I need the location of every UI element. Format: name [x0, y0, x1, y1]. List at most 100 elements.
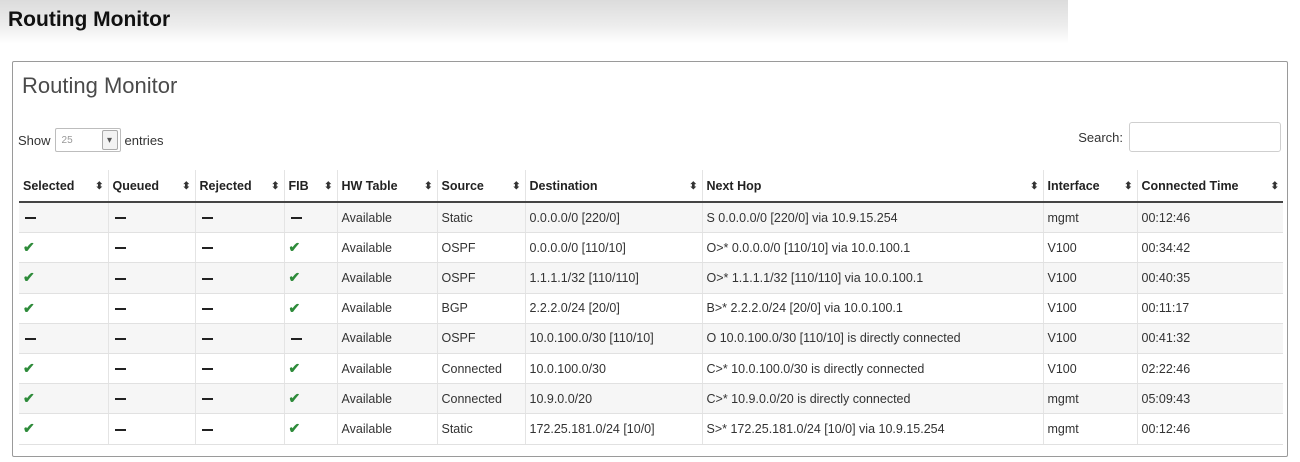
status-cell: ✔	[283, 232, 337, 264]
status-cell	[107, 413, 195, 445]
cell-connected-time: 00:40:35	[1136, 262, 1283, 294]
status-cell	[194, 323, 284, 354]
cell-connected-time: 02:22:46	[1136, 353, 1283, 385]
search-input[interactable]	[1129, 122, 1281, 152]
sort-icon[interactable]: ⬍	[95, 181, 103, 192]
panel-title: Routing Monitor	[22, 73, 178, 98]
cell-next-hop: O>* 0.0.0.0/0 [110/10] via 10.0.100.1	[701, 232, 1043, 264]
chevron-down-icon[interactable]: ▾	[101, 130, 118, 150]
status-cell	[19, 323, 108, 354]
table-header-row: ⬍ Selected ⬍ Queued ⬍ Rejected ⬍ FIB ⬍ HW Table ⬍ S…	[19, 170, 1283, 203]
column-header[interactable]: ⬍ Connected Time	[1136, 170, 1283, 203]
status-cell	[19, 202, 108, 234]
cell-destination: 1.1.1.1/32 [110/110]	[524, 262, 702, 294]
column-header[interactable]: ⬍ Selected	[19, 170, 108, 203]
sort-icon[interactable]: ⬍	[182, 181, 190, 192]
sort-icon[interactable]: ⬍	[271, 181, 279, 192]
dash-icon	[114, 307, 126, 310]
table-row[interactable]: Available OSPF 10.0.100.0/30 [110/10] O 10.…	[19, 323, 1283, 354]
page-title: Routing Monitor	[8, 8, 171, 31]
table-row[interactable]: ✔ ✔ Available Connected 10.0.100.0/30 C>* 10.…	[19, 353, 1283, 385]
column-header[interactable]: ⬍ Source	[436, 170, 525, 203]
check-icon: ✔	[288, 390, 301, 407]
table-row[interactable]: ✔ ✔ Available BGP 2.2.2.0/24 [20/0] B>* 2.2.2…	[19, 293, 1283, 324]
check-icon: ✔	[23, 390, 35, 407]
sort-icon[interactable]: ⬍	[689, 181, 697, 192]
status-cell: ✔	[19, 353, 108, 385]
check-icon: ✔	[288, 360, 301, 377]
status-cell	[194, 413, 284, 445]
cell-next-hop: S 0.0.0.0/0 [220/0] via 10.9.15.254	[701, 202, 1043, 234]
cell-destination: 2.2.2.0/24 [20/0]	[524, 293, 702, 324]
status-cell	[107, 353, 195, 385]
sort-icon[interactable]: ⬍	[1124, 181, 1132, 192]
column-header[interactable]: ⬍ Destination	[524, 170, 702, 203]
column-header-label: Connected Time	[1141, 178, 1239, 193]
cell-hw-table: Available	[336, 413, 437, 445]
sort-icon[interactable]: ⬍	[512, 181, 520, 192]
cell-connected-time: 00:11:17	[1136, 293, 1283, 324]
entries-select-value: 25	[61, 134, 73, 146]
check-icon: ✔	[288, 420, 301, 437]
column-header-label: Source	[441, 178, 484, 193]
status-cell	[194, 383, 284, 415]
cell-interface: mgmt	[1042, 413, 1137, 445]
column-header[interactable]: ⬍ Queued	[107, 170, 195, 203]
dash-icon	[114, 428, 126, 431]
dash-icon	[114, 217, 126, 220]
check-icon: ✔	[23, 299, 35, 316]
cell-destination: 10.9.0.0/20	[524, 383, 702, 415]
check-icon: ✔	[288, 299, 301, 316]
table-row[interactable]: ✔ ✔ Available OSPF 1.1.1.1/32 [110/110] O>* 1…	[19, 262, 1283, 294]
entries-label: entries	[124, 132, 164, 148]
status-cell: ✔	[283, 293, 337, 324]
status-cell: ✔	[283, 383, 337, 415]
sort-icon[interactable]: ⬍	[324, 181, 332, 192]
status-cell	[283, 202, 337, 234]
column-header[interactable]: ⬍ Next Hop	[701, 170, 1043, 203]
cell-hw-table: Available	[336, 262, 437, 294]
sort-icon[interactable]: ⬍	[424, 181, 432, 192]
column-header[interactable]: ⬍ HW Table	[336, 170, 437, 203]
entries-select[interactable]: 25 ▾	[54, 128, 121, 152]
table-row[interactable]: ✔ ✔ Available OSPF 0.0.0.0/0 [110/10] O>* 0.0…	[19, 232, 1283, 264]
column-header[interactable]: ⬍ Interface	[1042, 170, 1137, 203]
search-control: Search:	[1078, 122, 1281, 152]
dash-icon	[114, 398, 126, 401]
cell-destination: 0.0.0.0/0 [220/0]	[524, 202, 702, 234]
cell-hw-table: Available	[336, 383, 437, 415]
status-cell	[107, 202, 195, 234]
cell-destination: 10.0.100.0/30 [110/10]	[524, 323, 702, 354]
column-header-label: Destination	[529, 178, 598, 193]
dash-icon	[114, 247, 126, 250]
table-row[interactable]: ✔ ✔ Available Connected 10.9.0.0/20 C>* 10.9.…	[19, 383, 1283, 415]
dash-icon	[201, 428, 213, 431]
cell-hw-table: Available	[336, 293, 437, 324]
table-row[interactable]: Available Static 0.0.0.0/0 [220/0] S 0.0.0.…	[19, 202, 1283, 234]
cell-source: OSPF	[436, 232, 525, 264]
dash-icon	[201, 398, 213, 401]
column-header-label: Next Hop	[706, 178, 762, 193]
sort-icon[interactable]: ⬍	[1271, 181, 1279, 192]
status-cell	[194, 353, 284, 385]
status-cell	[194, 232, 284, 264]
cell-source: OSPF	[436, 262, 525, 294]
column-header[interactable]: ⬍ Rejected	[194, 170, 284, 203]
status-cell: ✔	[19, 383, 108, 415]
status-cell	[107, 383, 195, 415]
cell-source: OSPF	[436, 323, 525, 354]
check-icon: ✔	[288, 239, 301, 256]
column-header-label: Interface	[1047, 178, 1100, 193]
sort-icon[interactable]: ⬍	[1030, 181, 1038, 192]
entries-control: Show 25 ▾ entries	[18, 128, 164, 152]
status-cell	[194, 293, 284, 324]
status-cell: ✔	[283, 353, 337, 385]
column-header-label: Queued	[112, 178, 160, 193]
cell-connected-time: 00:41:32	[1136, 323, 1283, 354]
cell-connected-time: 00:12:46	[1136, 202, 1283, 234]
check-icon: ✔	[23, 269, 35, 286]
dash-icon	[201, 338, 213, 341]
column-header[interactable]: ⬍ FIB	[283, 170, 337, 203]
dash-icon	[290, 338, 302, 341]
table-row[interactable]: ✔ ✔ Available Static 172.25.181.0/24 [10/0] S…	[19, 413, 1283, 445]
